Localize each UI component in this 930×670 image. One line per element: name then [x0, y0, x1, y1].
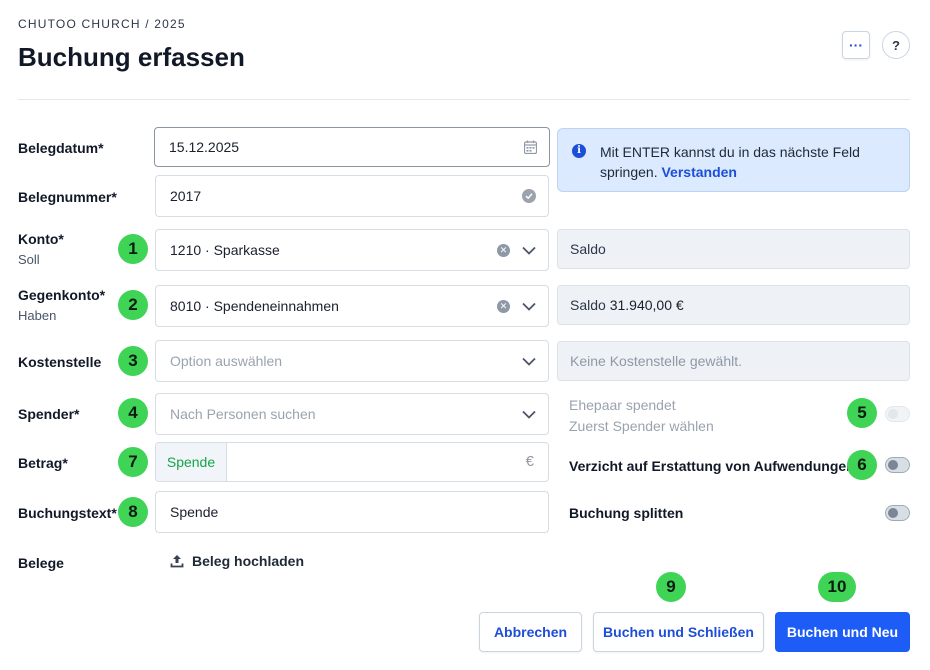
cancel-button[interactable]: Abbrechen — [479, 612, 582, 652]
help-button[interactable]: ? — [882, 31, 910, 59]
ehepaar-toggle[interactable] — [885, 406, 910, 422]
step-badge-8: 8 — [118, 497, 148, 527]
help-icon: ? — [892, 37, 900, 53]
belegnummer-value: 2017 — [170, 188, 202, 204]
betrag-field: Spende € — [155, 442, 549, 482]
belegdatum-input[interactable]: 15.12.2025 — [154, 127, 550, 167]
belegnummer-label: Belegnummer* — [18, 189, 117, 205]
verzicht-toggle[interactable] — [885, 457, 910, 473]
info-dismiss-link[interactable]: Verstanden — [661, 164, 736, 180]
gegenkonto-select[interactable]: 8010 · Spendeneinnahmen ✕ — [155, 285, 549, 327]
step-badge-9: 9 — [656, 572, 686, 602]
buchungstext-label: Buchungstext* — [18, 505, 117, 521]
splitten-toggle[interactable] — [885, 505, 910, 521]
more-options-button[interactable]: ··· — [842, 31, 870, 59]
check-circle-icon — [522, 189, 536, 203]
chevron-down-icon[interactable] — [522, 410, 536, 419]
kostenstelle-label: Kostenstelle — [18, 354, 102, 370]
spender-placeholder: Nach Personen suchen — [170, 406, 316, 422]
save-and-new-button[interactable]: Buchen und Neu — [775, 612, 910, 652]
buchungstext-value: Spende — [170, 504, 219, 520]
ehepaar-sublabel: Zuerst Spender wählen — [569, 418, 714, 434]
clear-icon[interactable]: ✕ — [497, 299, 510, 313]
calendar-icon[interactable] — [524, 140, 537, 154]
verzicht-label: Verzicht auf Erstattung von Aufwendungen — [569, 458, 855, 474]
kostenstelle-select[interactable]: Option auswählen — [155, 340, 549, 382]
gegenkonto-saldo-value: 31.940,00 € — [609, 297, 684, 313]
gegenkonto-sublabel: Haben — [18, 308, 57, 323]
belege-label: Belege — [18, 555, 64, 571]
ehepaar-label: Ehepaar spendet — [569, 397, 676, 413]
belegdatum-label: Belegdatum* — [18, 140, 104, 156]
chevron-down-icon[interactable] — [522, 357, 536, 366]
upload-button[interactable]: Beleg hochladen — [170, 553, 304, 569]
betrag-label: Betrag* — [18, 455, 68, 471]
clear-icon[interactable]: ✕ — [497, 243, 510, 257]
info-icon: i — [572, 144, 586, 158]
konto-value: 1210 · Sparkasse — [170, 242, 280, 258]
kostenstelle-info: Keine Kostenstelle gewählt. — [557, 341, 910, 381]
chevron-down-icon[interactable] — [522, 246, 536, 255]
upload-label: Beleg hochladen — [192, 553, 305, 569]
konto-sublabel: Soll — [18, 252, 40, 267]
step-badge-1: 1 — [118, 234, 148, 264]
gegenkonto-saldo-label: Saldo — [570, 297, 606, 313]
konto-label: Konto* — [18, 231, 64, 247]
belegnummer-input[interactable]: 2017 — [155, 175, 549, 217]
konto-select[interactable]: 1210 · Sparkasse ✕ — [155, 229, 549, 271]
kostenstelle-info-text: Keine Kostenstelle gewählt. — [570, 353, 742, 369]
breadcrumb: CHUTOO CHURCH / 2025 — [18, 17, 186, 31]
betrag-input[interactable]: € — [227, 443, 548, 481]
betrag-type-selector[interactable]: Spende — [156, 443, 227, 481]
chevron-down-icon[interactable] — [522, 302, 536, 311]
step-badge-5: 5 — [847, 398, 877, 428]
spender-label: Spender* — [18, 406, 80, 422]
gegenkonto-label: Gegenkonto* — [18, 287, 106, 303]
kostenstelle-placeholder: Option auswählen — [170, 353, 283, 369]
splitten-label: Buchung splitten — [569, 505, 684, 521]
belegdatum-value: 15.12.2025 — [169, 139, 240, 155]
spender-select[interactable]: Nach Personen suchen — [155, 393, 549, 435]
step-badge-10: 10 — [818, 572, 856, 602]
konto-saldo-label: Saldo — [570, 241, 606, 257]
info-notice: i Mit ENTER kannst du in das nächste Fel… — [557, 128, 910, 192]
save-and-close-button[interactable]: Buchen und Schließen — [593, 612, 764, 652]
header-divider — [18, 99, 910, 100]
more-icon: ··· — [849, 37, 863, 53]
step-badge-3: 3 — [118, 346, 148, 376]
gegenkonto-value: 8010 · Spendeneinnahmen — [170, 298, 339, 314]
step-badge-2: 2 — [118, 290, 148, 320]
step-badge-6: 6 — [847, 450, 877, 480]
buchungstext-input[interactable]: Spende — [155, 491, 549, 533]
konto-saldo: Saldo — [557, 229, 910, 269]
gegenkonto-saldo: Saldo 31.940,00 € — [557, 285, 910, 325]
step-badge-7: 7 — [118, 447, 148, 477]
step-badge-4: 4 — [118, 398, 148, 428]
upload-icon — [170, 555, 184, 568]
page-title: Buchung erfassen — [18, 42, 245, 72]
euro-icon: € — [525, 453, 534, 470]
